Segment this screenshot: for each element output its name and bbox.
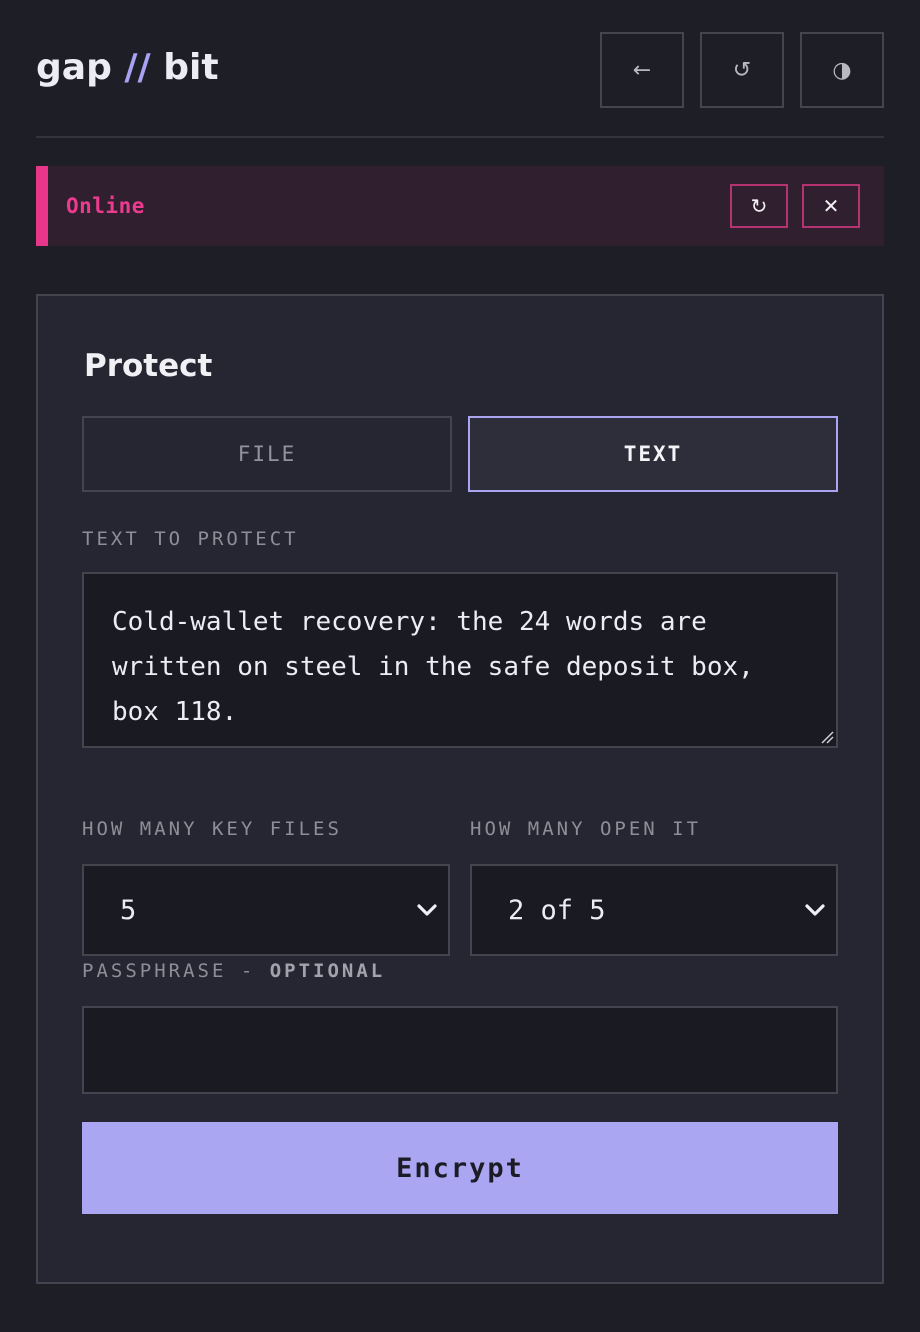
dismiss-banner-button[interactable]: ✕ <box>802 184 860 228</box>
protect-card: Protect FILE TEXT TEXT TO PROTECT Cold-w… <box>36 294 884 1284</box>
chevron-down-icon <box>417 904 437 916</box>
passphrase-label: PASSPHRASE - OPTIONAL <box>82 960 385 982</box>
passphrase-label-text: PASSPHRASE - <box>82 960 270 982</box>
card-title: Protect <box>84 348 213 384</box>
back-button[interactable]: ← <box>600 32 684 108</box>
refresh-icon: ↻ <box>750 194 768 218</box>
contrast-icon: ◑ <box>832 57 852 83</box>
theme-toggle-button[interactable]: ◑ <box>800 32 884 108</box>
key-files-label: HOW MANY KEY FILES <box>82 818 342 840</box>
status-text: Online <box>66 194 145 218</box>
threshold-value: 2 of 5 <box>508 894 606 926</box>
optional-tag: OPTIONAL <box>269 960 386 982</box>
tab-text[interactable]: TEXT <box>468 416 838 492</box>
status-banner: Online ↻ ✕ <box>36 166 884 246</box>
text-line: box 118. <box>112 697 238 727</box>
key-files-select[interactable]: 5 <box>82 864 450 956</box>
passphrase-input[interactable] <box>82 1006 838 1094</box>
text-line: written on steel in the safe deposit box… <box>112 652 754 682</box>
encrypt-button[interactable]: Encrypt <box>82 1122 838 1214</box>
reset-button[interactable]: ↺ <box>700 32 784 108</box>
resize-grip-icon[interactable] <box>820 730 834 744</box>
key-files-value: 5 <box>120 894 137 926</box>
text-to-protect-label: TEXT TO PROTECT <box>82 528 299 550</box>
logo-separator: // <box>124 47 151 88</box>
threshold-select[interactable]: 2 of 5 <box>470 864 838 956</box>
refresh-status-button[interactable]: ↻ <box>730 184 788 228</box>
text-to-protect-input[interactable]: Cold-wallet recovery: the 24 words are w… <box>82 572 838 748</box>
threshold-label: HOW MANY OPEN IT <box>470 818 702 840</box>
back-arrow-icon: ← <box>632 57 652 83</box>
reset-icon: ↺ <box>732 57 752 83</box>
close-icon: ✕ <box>822 194 840 218</box>
logo-right: bit <box>163 47 219 88</box>
app-logo: gap // bit <box>36 46 219 90</box>
chevron-down-icon <box>805 904 825 916</box>
logo-left: gap <box>36 47 112 88</box>
tab-file[interactable]: FILE <box>82 416 452 492</box>
text-line: Cold-wallet recovery: the 24 words are <box>112 607 707 637</box>
app-header: gap // bit ← ↺ ◑ <box>36 32 884 108</box>
header-divider <box>36 136 884 138</box>
